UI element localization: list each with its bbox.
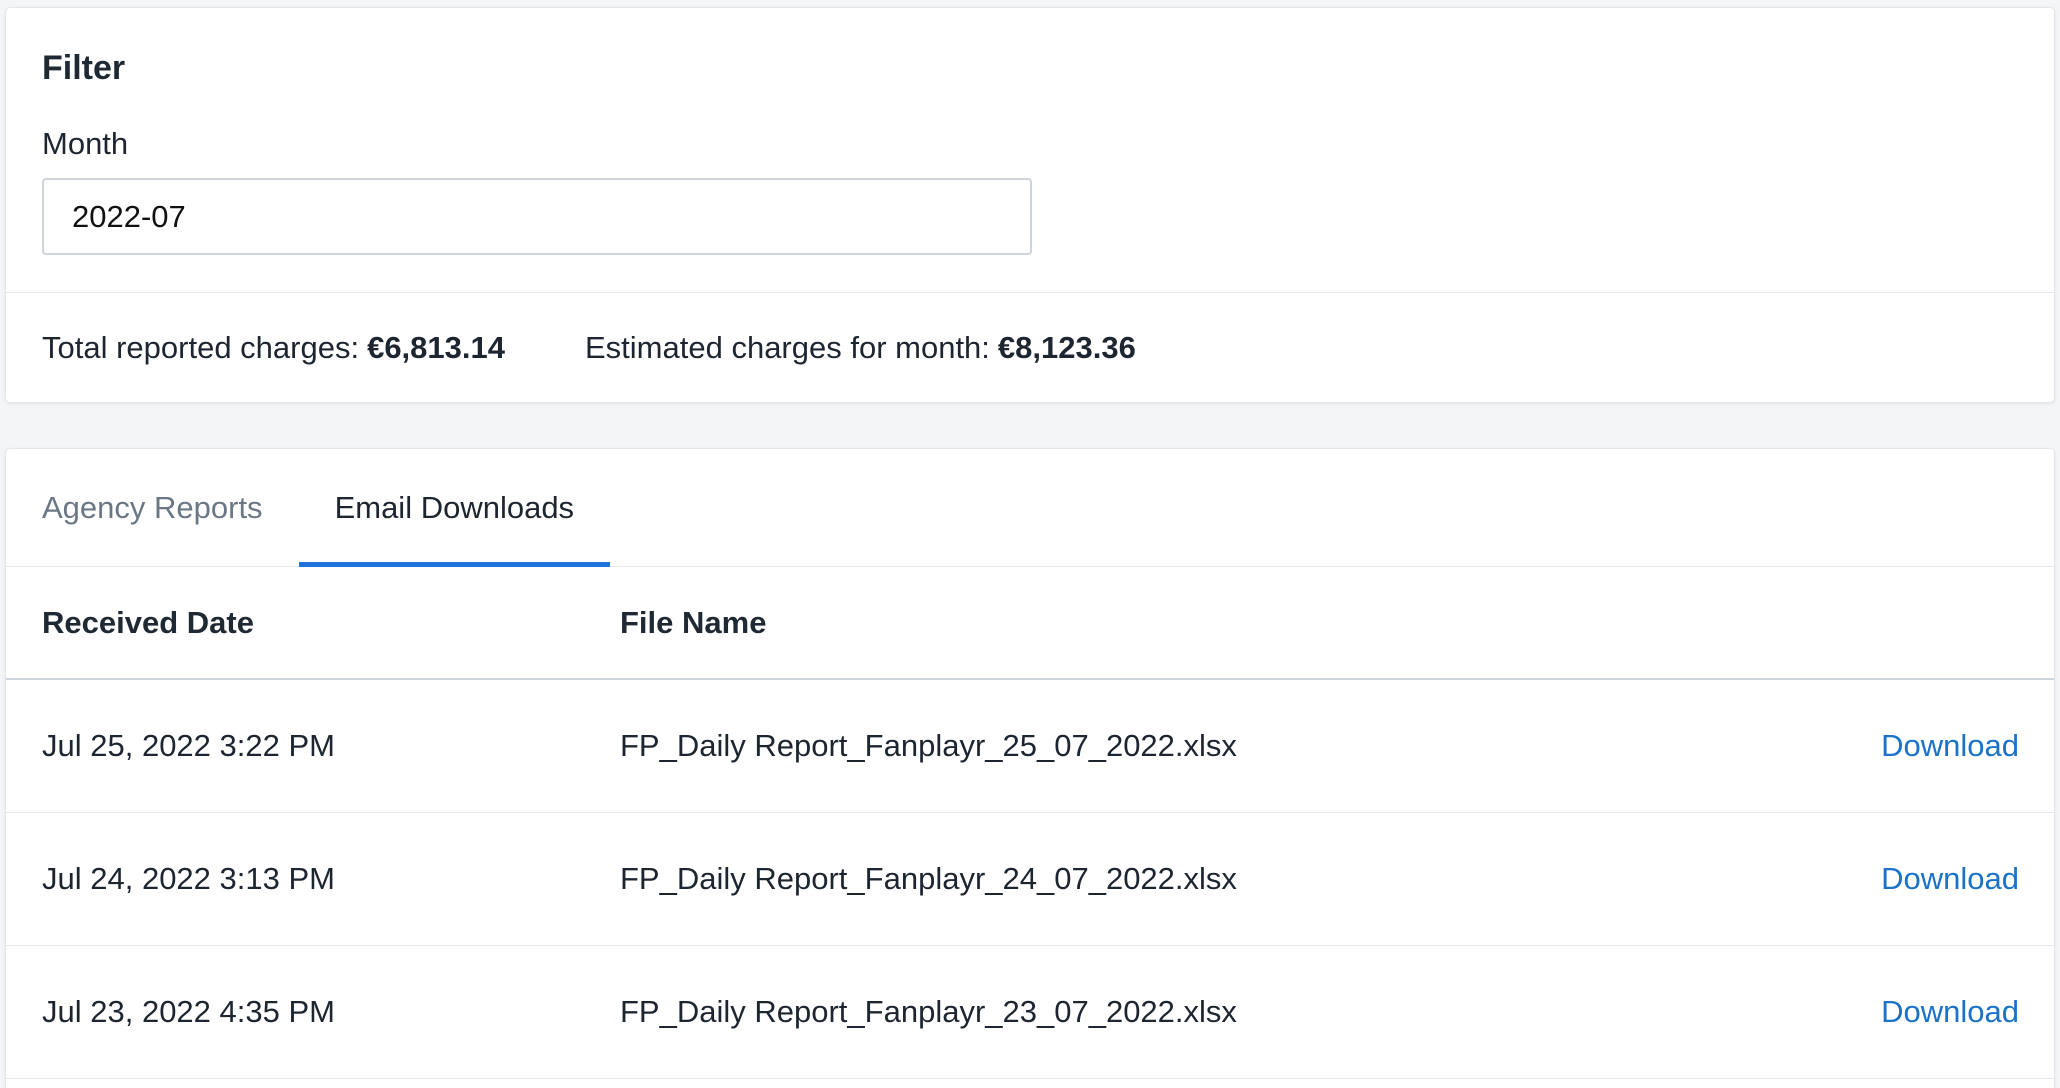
received-date-cell: Jul 24, 2022 3:13 PM [42,861,335,896]
estimated-charges-value: €8,123.36 [997,330,1136,365]
download-cell: Download [1844,728,2054,764]
estimated-charges: Estimated charges for month: €8,123.36 [585,330,1136,366]
filter-title: Filter [42,49,126,87]
tab-agency-reports[interactable]: Agency Reports [42,449,263,566]
total-charges-label: Total reported charges: [42,330,360,365]
table-row: Jul 25, 2022 3:22 PM FP_Daily Report_Fan… [6,680,2054,813]
table-row: Jul 24, 2022 3:13 PM FP_Daily Report_Fan… [6,813,2054,946]
total-charges: Total reported charges: €6,813.14 [42,330,505,366]
download-link[interactable]: Download [1881,994,2019,1029]
table-row: Jul 23, 2022 4:35 PM FP_Daily Report_Fan… [6,946,2054,1079]
file-name-cell: FP_Daily Report_Fanplayr_24_07_2022.xlsx [620,861,1237,896]
download-cell: Download [1844,861,2054,897]
download-cell: Download [1844,994,2054,1030]
filter-body: Filter Month [6,8,2054,293]
charges-summary: Total reported charges: €6,813.14 Estima… [6,293,2054,403]
month-input[interactable] [42,178,1032,255]
download-link[interactable]: Download [1881,861,2019,896]
reports-card: Agency Reports Email Downloads Received … [5,448,2055,1088]
month-label: Month [42,126,129,161]
tab-bar: Agency Reports Email Downloads [6,449,2054,567]
header-file-name[interactable]: File Name [620,605,1844,641]
tab-email-downloads[interactable]: Email Downloads [298,449,610,567]
filter-card: Filter Month Total reported charges: €6,… [5,7,2055,403]
header-received-date[interactable]: Received Date [42,605,620,641]
file-name-cell: FP_Daily Report_Fanplayr_25_07_2022.xlsx [620,728,1237,763]
download-link[interactable]: Download [1881,728,2019,763]
received-date-cell: Jul 23, 2022 4:35 PM [42,994,335,1029]
received-date-cell: Jul 25, 2022 3:22 PM [42,728,335,763]
file-name-cell: FP_Daily Report_Fanplayr_23_07_2022.xlsx [620,994,1237,1029]
total-charges-value: €6,813.14 [367,330,505,365]
estimated-charges-label: Estimated charges for month: [585,330,990,365]
table-header: Received Date File Name [6,567,2054,680]
